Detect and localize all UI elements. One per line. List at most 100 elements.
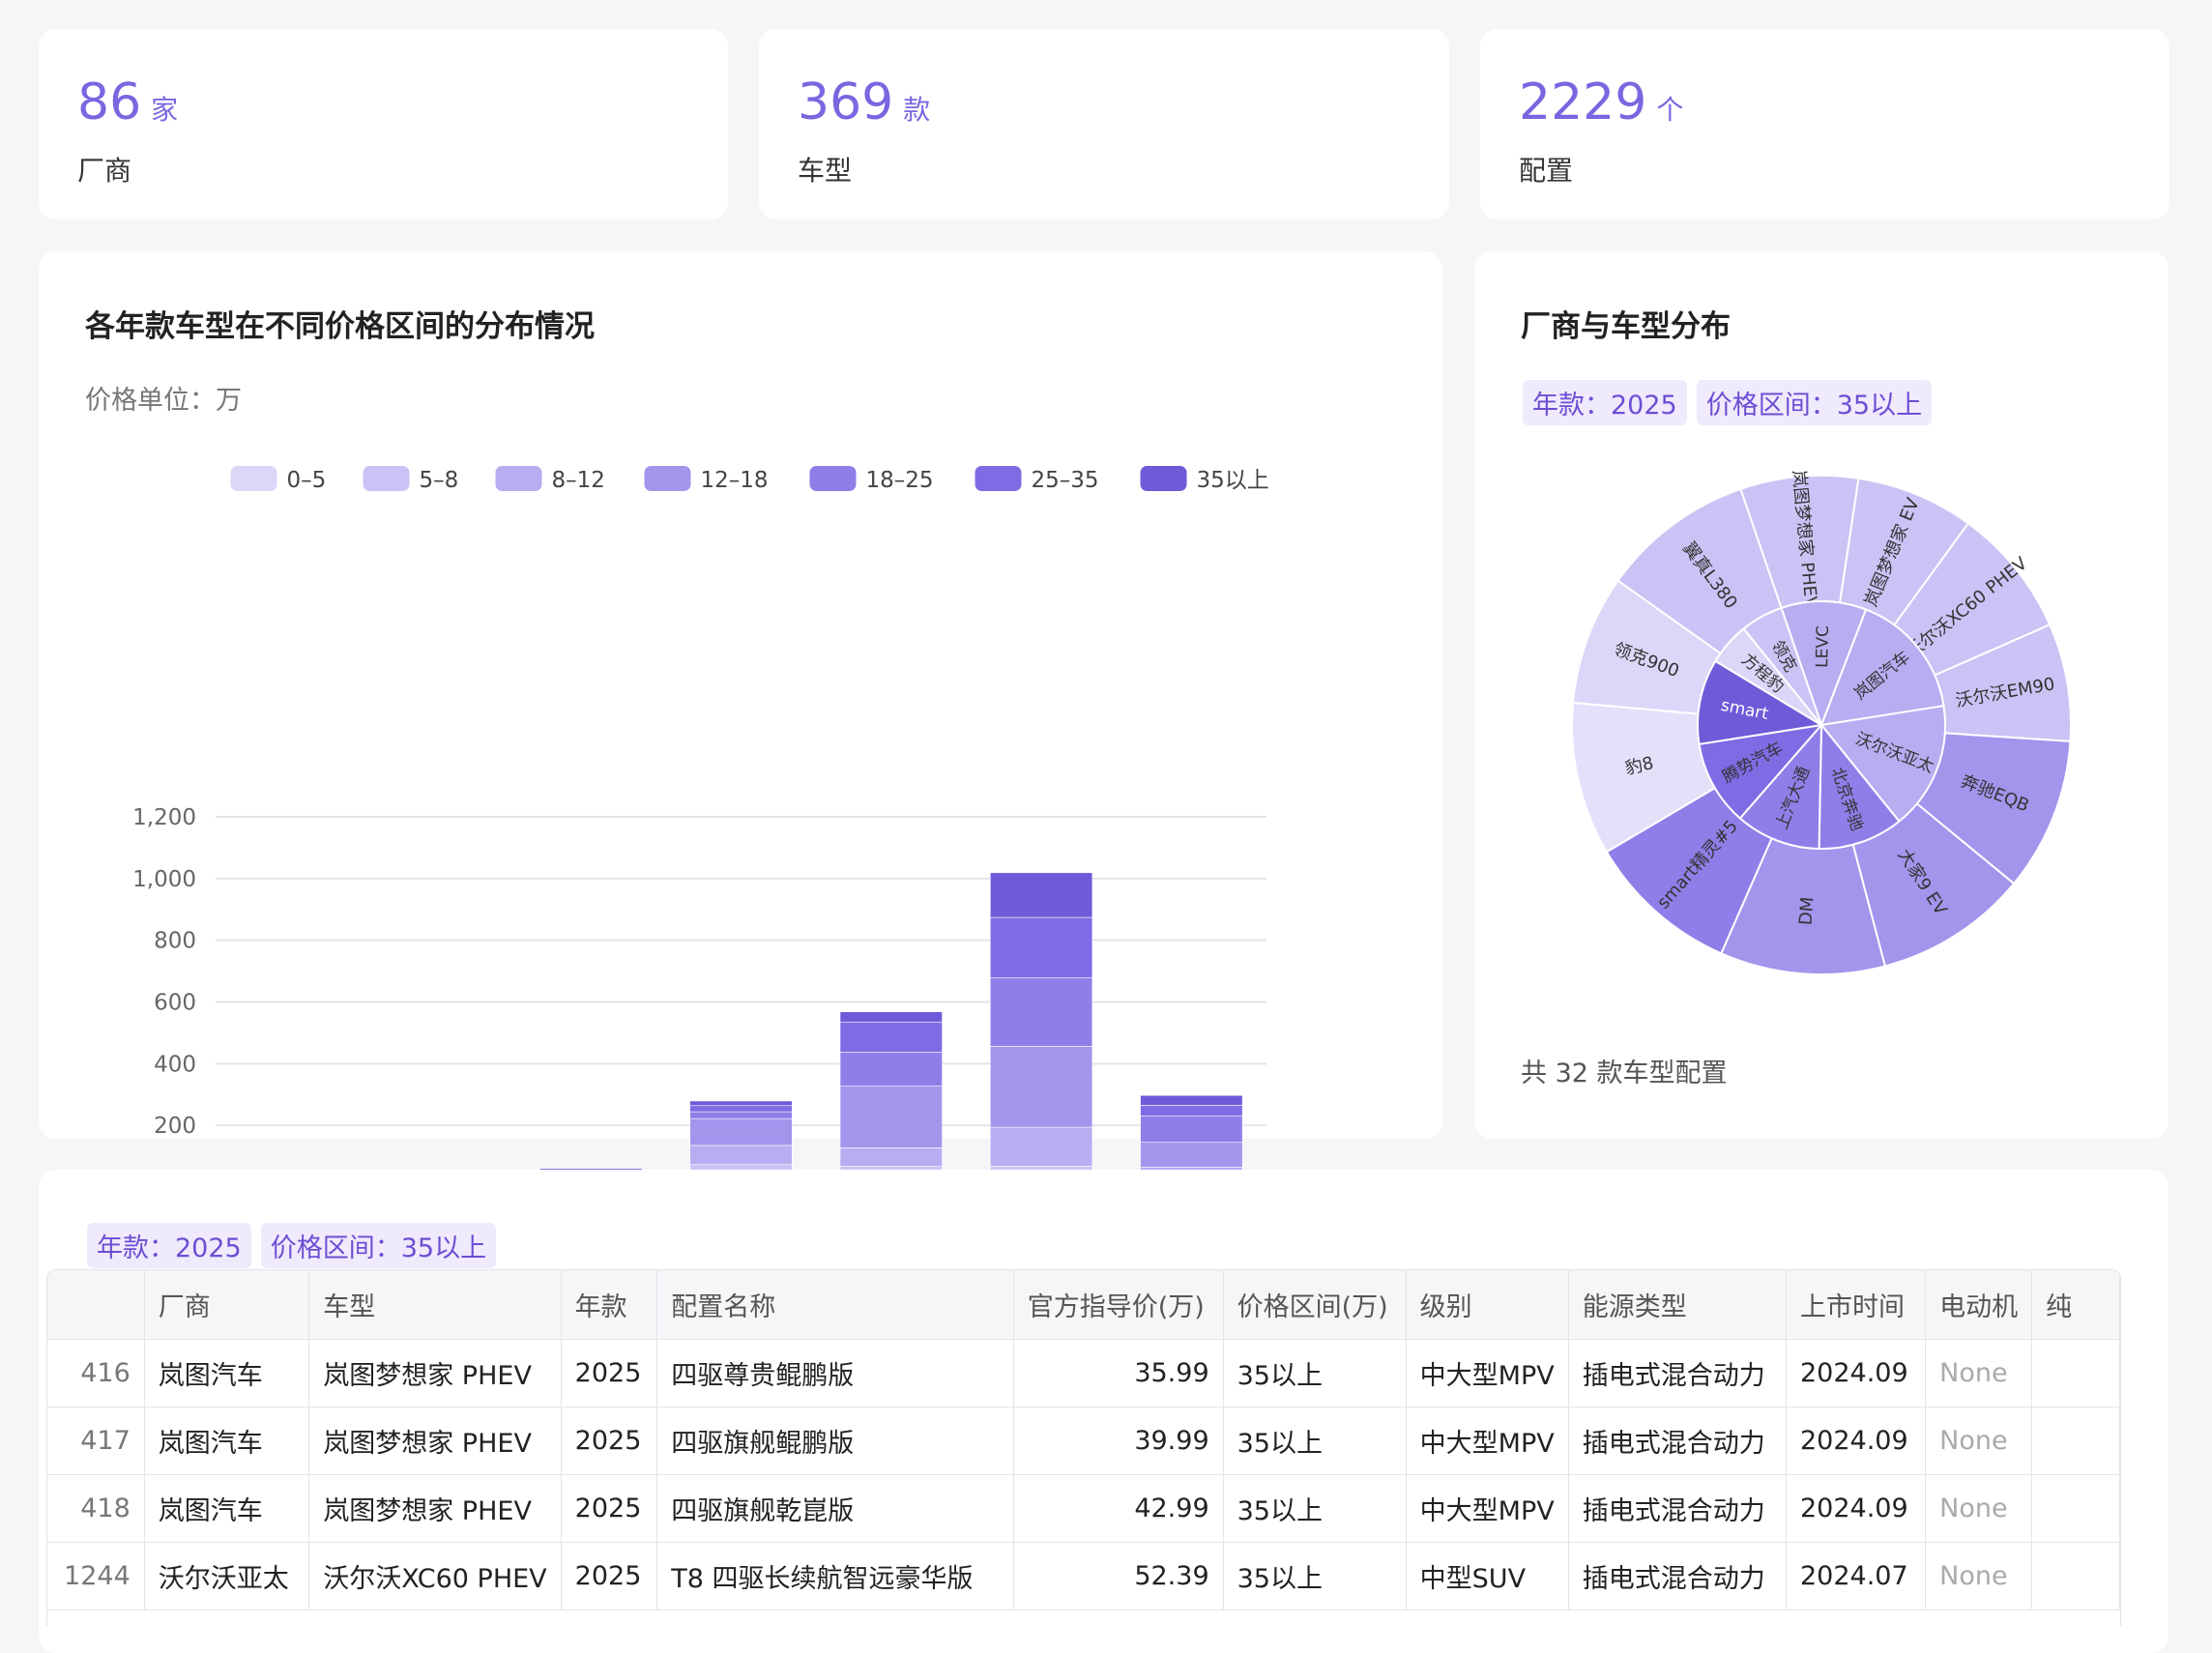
table-cell: None [1925,1339,2033,1407]
bar-segment[interactable] [989,872,1093,918]
table-header-row: 厂商 车型 年款 配置名称 官方指导价(万) 价格区间(万) 级别 能源类型 上市时间 电动机纯 [47,1270,2120,1340]
table-cell: 四驱尊贵鲲鹏版 [656,1339,1014,1407]
table-row[interactable]: 418 岚图汽车 岚图梦想家 PHEV 2025 四驱旗舰乾崑版 42.99 35以上 中大型… [47,1474,2120,1543]
table-cell: 插电式混合动力 [1568,1474,1788,1543]
column-header[interactable]: 配置名称 [656,1270,1014,1340]
table-row[interactable]: 417 岚图汽车 岚图梦想家 PHEV 2025 四驱旗舰鲲鹏版 39.99 35以上 中大型… [47,1406,2120,1475]
table-filter-tags: 年款：2025 价格区间：35以上 [87,1223,506,1268]
legend-item[interactable]: 5–8 [363,466,459,493]
column-header[interactable]: 年款 [561,1270,658,1340]
table-row[interactable]: 416 岚图汽车 岚图梦想家 PHEV 2025 四驱尊贵鲲鹏版 35.99 35以上 中大型… [47,1339,2120,1407]
column-header[interactable]: 厂商 [144,1270,310,1340]
bar-segment[interactable] [839,1021,943,1053]
legend-item[interactable]: 18–25 [809,466,934,493]
bar-segment[interactable] [689,1111,793,1119]
bar-segment[interactable] [989,1046,1093,1128]
bar-segment[interactable] [989,916,1093,978]
column-header[interactable]: 纯 [2031,1270,2120,1340]
bar-segment[interactable] [689,1117,793,1146]
column-header[interactable]: 电动机 [1925,1270,2033,1340]
column-header[interactable]: 能源类型 [1568,1270,1788,1340]
table-cell: 35以上 [1223,1474,1407,1543]
table-cell: None [1925,1406,2033,1475]
bar-segment[interactable] [1140,1094,1243,1106]
table-cell: 岚图梦想家 PHEV [308,1339,562,1407]
table-row[interactable]: 1244 沃尔沃亚太 沃尔沃XC60 PHEV 2025 T8 四驱长续航智远豪华版 52… [47,1542,2120,1610]
table-cell: 岚图汽车 [144,1339,310,1407]
bar-segment[interactable] [1140,1105,1243,1116]
table-cell: 岚图汽车 [144,1474,310,1543]
stat-label: 厂商 [77,155,132,187]
bar-segment[interactable] [839,1086,943,1148]
bar-segment[interactable] [689,1100,793,1107]
legend-item[interactable]: 0–5 [230,466,327,493]
bar-segment[interactable] [1140,1116,1243,1144]
bar-segment[interactable] [989,1126,1093,1167]
config-table-wrapper[interactable]: 厂商 车型 年款 配置名称 官方指导价(万) 价格区间(万) 级别 能源类型 上市时间 电动机纯 … [46,1269,2121,1626]
filter-tag-price[interactable]: 价格区间：35以上 [1696,380,1933,425]
sunburst-chart: 岚图梦想家 PHEV 岚图梦想家 EV沃尔沃XC60 PHEV沃尔沃EM90奔驰E… [1571,469,2072,975]
bar-segment[interactable] [1140,1142,1243,1168]
table-cell [2031,1542,2120,1610]
table-cell: 52.39 [1013,1542,1224,1610]
chart-legend: 0–5 5–8 8–12 12–18 18–25 25–35 35以上 [230,466,1269,493]
legend-swatch [495,466,542,491]
column-header[interactable] [47,1270,145,1340]
filter-tag-year[interactable]: 年款：2025 [1523,380,1687,425]
sunburst-filter-tags: 年款：2025 价格区间：35以上 [1523,380,1941,425]
table-cell: 35以上 [1223,1339,1407,1407]
table-cell: T8 四驱长续航智远豪华版 [656,1542,1014,1610]
y-tick-label: 200 [154,1114,196,1139]
table-cell: 35以上 [1223,1542,1407,1610]
legend-label: 12–18 [701,468,769,493]
legend-swatch [644,466,691,491]
column-header[interactable]: 价格区间(万) [1223,1270,1407,1340]
bar-segment[interactable] [689,1105,793,1113]
bar-segment[interactable] [839,1147,943,1167]
bar-segment[interactable] [839,1011,943,1023]
legend-item[interactable]: 8–12 [495,466,605,493]
legend-item[interactable]: 12–18 [644,466,769,493]
table-cell: 插电式混合动力 [1568,1339,1788,1407]
column-header[interactable]: 官方指导价(万) [1013,1270,1224,1340]
bar-segment[interactable] [989,977,1093,1047]
y-tick-label: 400 [154,1052,196,1077]
legend-swatch [230,466,277,491]
stacked-bar-chart: 0–55–88–1212–1818–2525–3535以上02004006008… [132,466,1269,1208]
table-cell: 2024.09 [1786,1339,1927,1407]
column-header[interactable]: 级别 [1406,1270,1569,1340]
legend-label: 0–5 [287,468,327,493]
table-cell: 插电式混合动力 [1568,1542,1788,1610]
column-header[interactable]: 上市时间 [1786,1270,1927,1340]
sunburst-card: 厂商与车型分布 年款：2025 价格区间：35以上 岚图梦想家 PHEV 岚图梦想家… [1474,251,2168,1139]
filter-tag-price[interactable]: 价格区间：35以上 [260,1223,497,1268]
table-cell: 2024.09 [1786,1474,1927,1543]
config-table: 厂商 车型 年款 配置名称 官方指导价(万) 价格区间(万) 级别 能源类型 上市时间 电动机纯 … [47,1270,2120,1610]
sunburst-label: DM [1795,896,1818,926]
table-cell: 35.99 [1013,1339,1224,1407]
table-cell [2031,1339,2120,1407]
table-body: 416 岚图汽车 岚图梦想家 PHEV 2025 四驱尊贵鲲鹏版 35.99 35以上 中大型… [47,1339,2120,1610]
column-header[interactable]: 车型 [308,1270,562,1340]
bar-chart-title: 各年款车型在不同价格区间的分布情况 [85,309,595,344]
table-cell: 中大型MPV [1406,1406,1569,1475]
bar-segment[interactable] [839,1052,943,1087]
table-cell: 418 [47,1474,145,1543]
filter-tag-year[interactable]: 年款：2025 [87,1223,251,1268]
legend-label: 35以上 [1197,468,1269,493]
bar-segment[interactable] [689,1145,793,1166]
legend-item[interactable]: 25–35 [975,466,1099,493]
y-tick-label: 1,000 [132,867,196,892]
legend-swatch [975,466,1022,491]
table-cell: 中型SUV [1406,1542,1569,1610]
y-tick-label: 600 [154,991,196,1016]
table-cell: 插电式混合动力 [1568,1406,1788,1475]
legend-item[interactable]: 35以上 [1140,466,1269,493]
legend-label: 25–35 [1032,468,1099,493]
stat-label: 车型 [798,155,853,187]
legend-label: 8–12 [552,468,605,493]
table-cell: 416 [47,1339,145,1407]
table-cell: 岚图梦想家 PHEV [308,1406,562,1475]
stat-card-vendors: 86 家 厂商 [39,29,728,219]
table-cell: 沃尔沃亚太 [144,1542,310,1610]
